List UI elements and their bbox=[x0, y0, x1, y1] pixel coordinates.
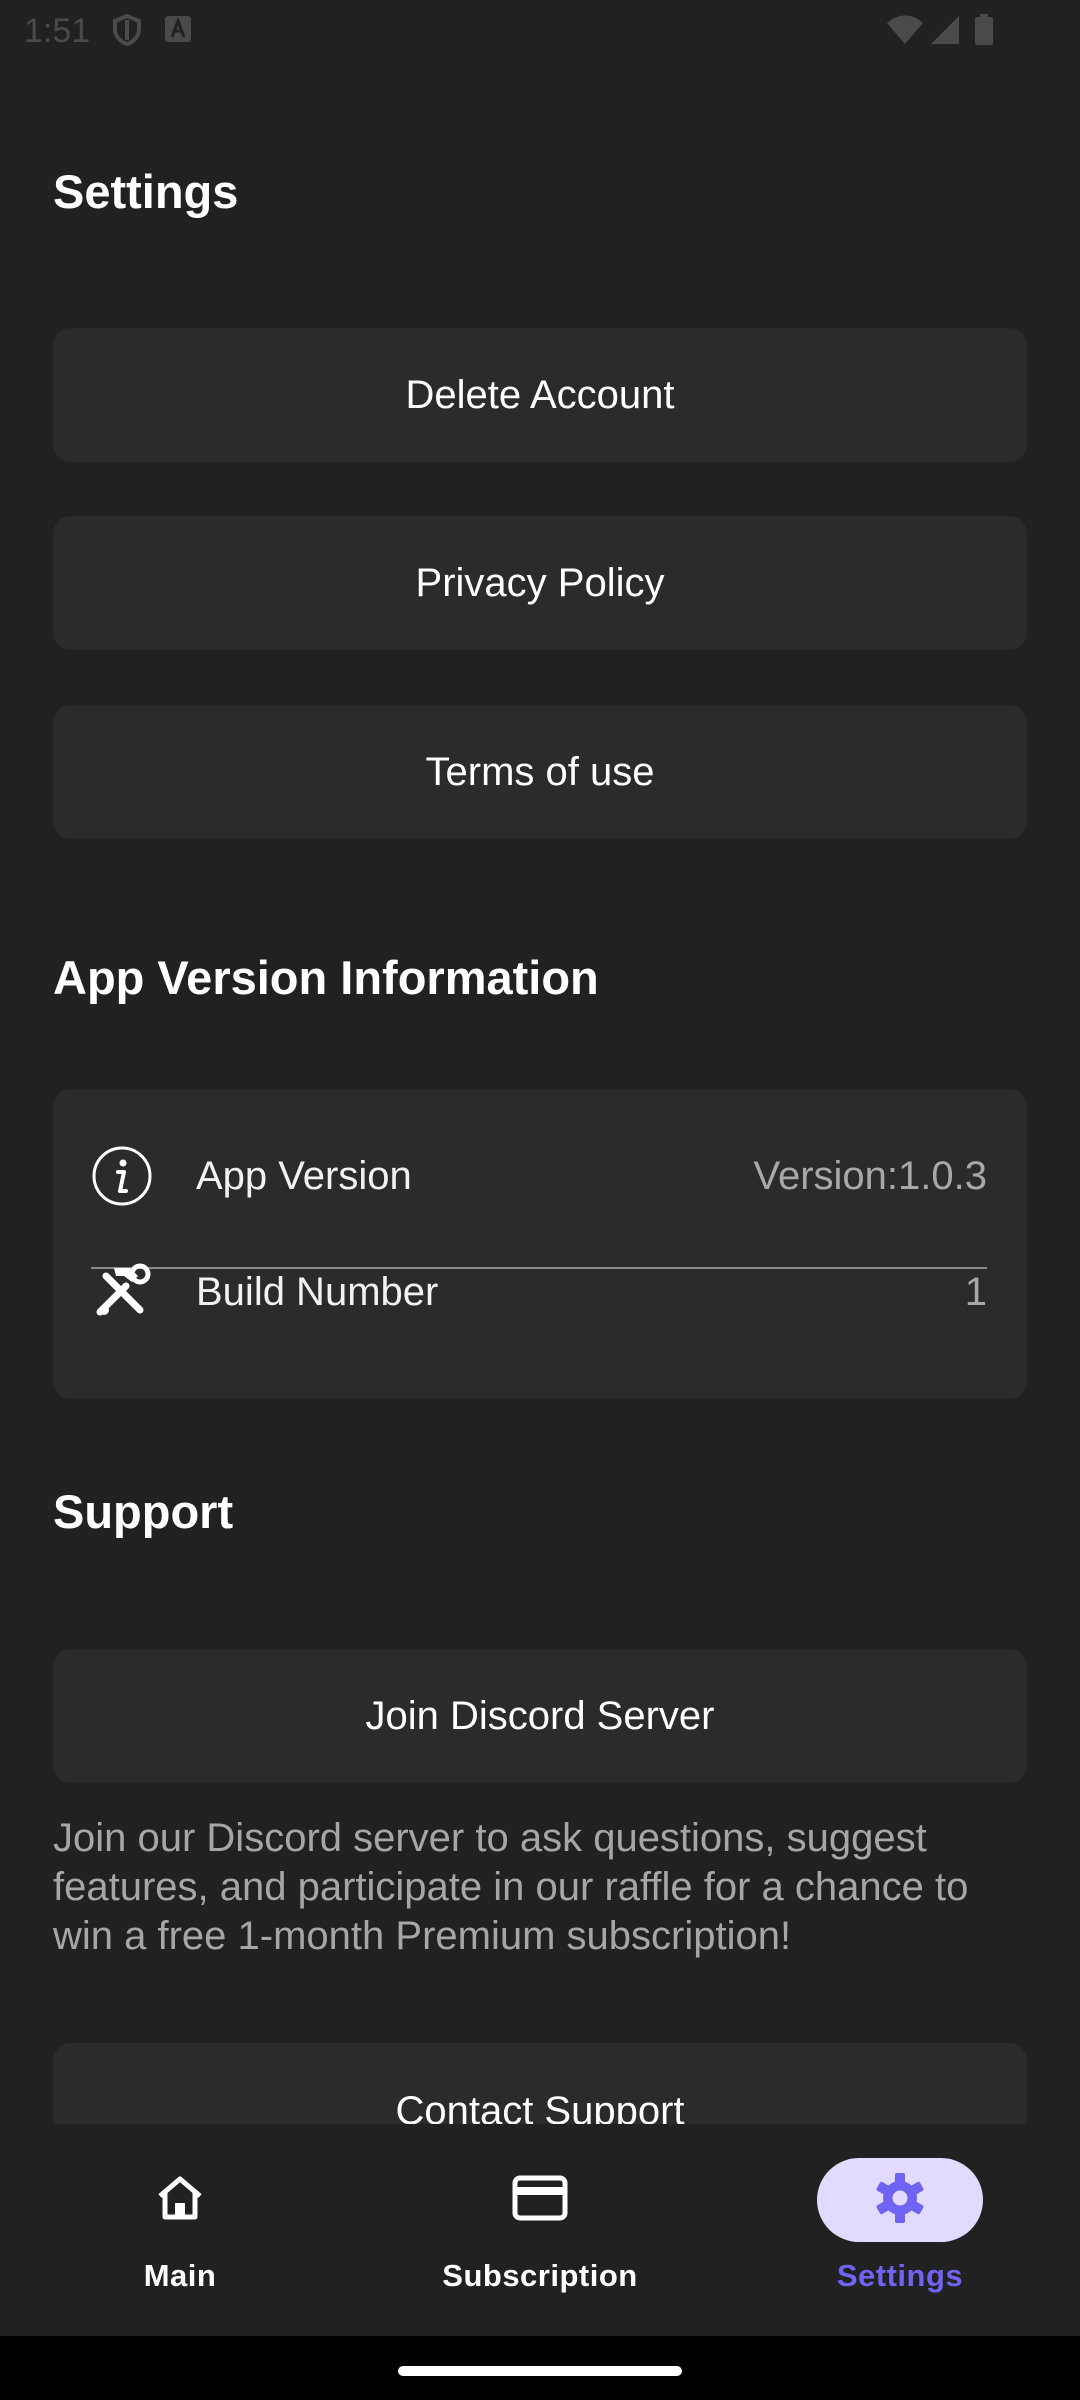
nav-subscription[interactable]: Subscription bbox=[360, 2124, 720, 2336]
app-version-row: App Version Version:1.0.3 bbox=[91, 1121, 987, 1231]
nav-settings-label: Settings bbox=[836, 2258, 964, 2293]
nav-subscription-icon-wrap bbox=[457, 2158, 623, 2242]
app-notification-icon bbox=[164, 14, 194, 46]
build-number-value: 1 bbox=[964, 1269, 987, 1314]
tools-icon bbox=[91, 1261, 153, 1323]
bottom-navigation: Main Subscription Settings bbox=[0, 2124, 1080, 2336]
app-version-info-card: App Version Version:1.0.3 Build Number 1 bbox=[53, 1089, 1027, 1399]
info-icon bbox=[91, 1145, 153, 1207]
privacy-policy-button[interactable]: Privacy Policy bbox=[53, 516, 1027, 650]
app-version-info-title: App Version Information bbox=[53, 951, 599, 1004]
status-bar: 1:51 bbox=[0, 0, 1080, 64]
nav-settings-icon-wrap bbox=[817, 2158, 983, 2242]
wifi-icon bbox=[886, 14, 923, 46]
status-time: 1:51 bbox=[24, 12, 91, 50]
build-number-label: Build Number bbox=[196, 1269, 439, 1314]
nav-settings[interactable]: Settings bbox=[720, 2124, 1080, 2336]
gear-icon bbox=[873, 2171, 927, 2230]
signal-icon bbox=[930, 14, 960, 46]
terms-of-use-button[interactable]: Terms of use bbox=[53, 705, 1027, 839]
home-gesture-handle[interactable] bbox=[398, 2366, 682, 2376]
home-icon bbox=[154, 2172, 206, 2229]
settings-title: Settings bbox=[53, 165, 239, 218]
app-version-value: Version:1.0.3 bbox=[753, 1153, 988, 1198]
support-title: Support bbox=[53, 1485, 234, 1538]
card-icon bbox=[512, 2175, 568, 2226]
nav-main-icon-wrap bbox=[97, 2158, 263, 2242]
nav-main[interactable]: Main bbox=[0, 2124, 360, 2336]
settings-content[interactable]: Settings Delete Account Privacy Policy T… bbox=[0, 64, 1080, 2124]
shield-icon bbox=[112, 13, 142, 47]
status-left-icons bbox=[112, 13, 194, 47]
battery-icon bbox=[974, 14, 1004, 46]
join-discord-button[interactable]: Join Discord Server bbox=[53, 1649, 1027, 1783]
discord-description: Join our Discord server to ask questions… bbox=[53, 1816, 969, 1958]
status-right-icons bbox=[886, 14, 1004, 46]
app-version-label: App Version bbox=[196, 1153, 412, 1198]
delete-account-button[interactable]: Delete Account bbox=[53, 328, 1027, 462]
gesture-area bbox=[0, 2336, 1080, 2400]
nav-main-label: Main bbox=[143, 2258, 217, 2293]
build-number-row: Build Number 1 bbox=[91, 1237, 987, 1347]
nav-subscription-label: Subscription bbox=[442, 2258, 638, 2293]
contact-support-button[interactable]: Contact Support bbox=[53, 2043, 1027, 2124]
